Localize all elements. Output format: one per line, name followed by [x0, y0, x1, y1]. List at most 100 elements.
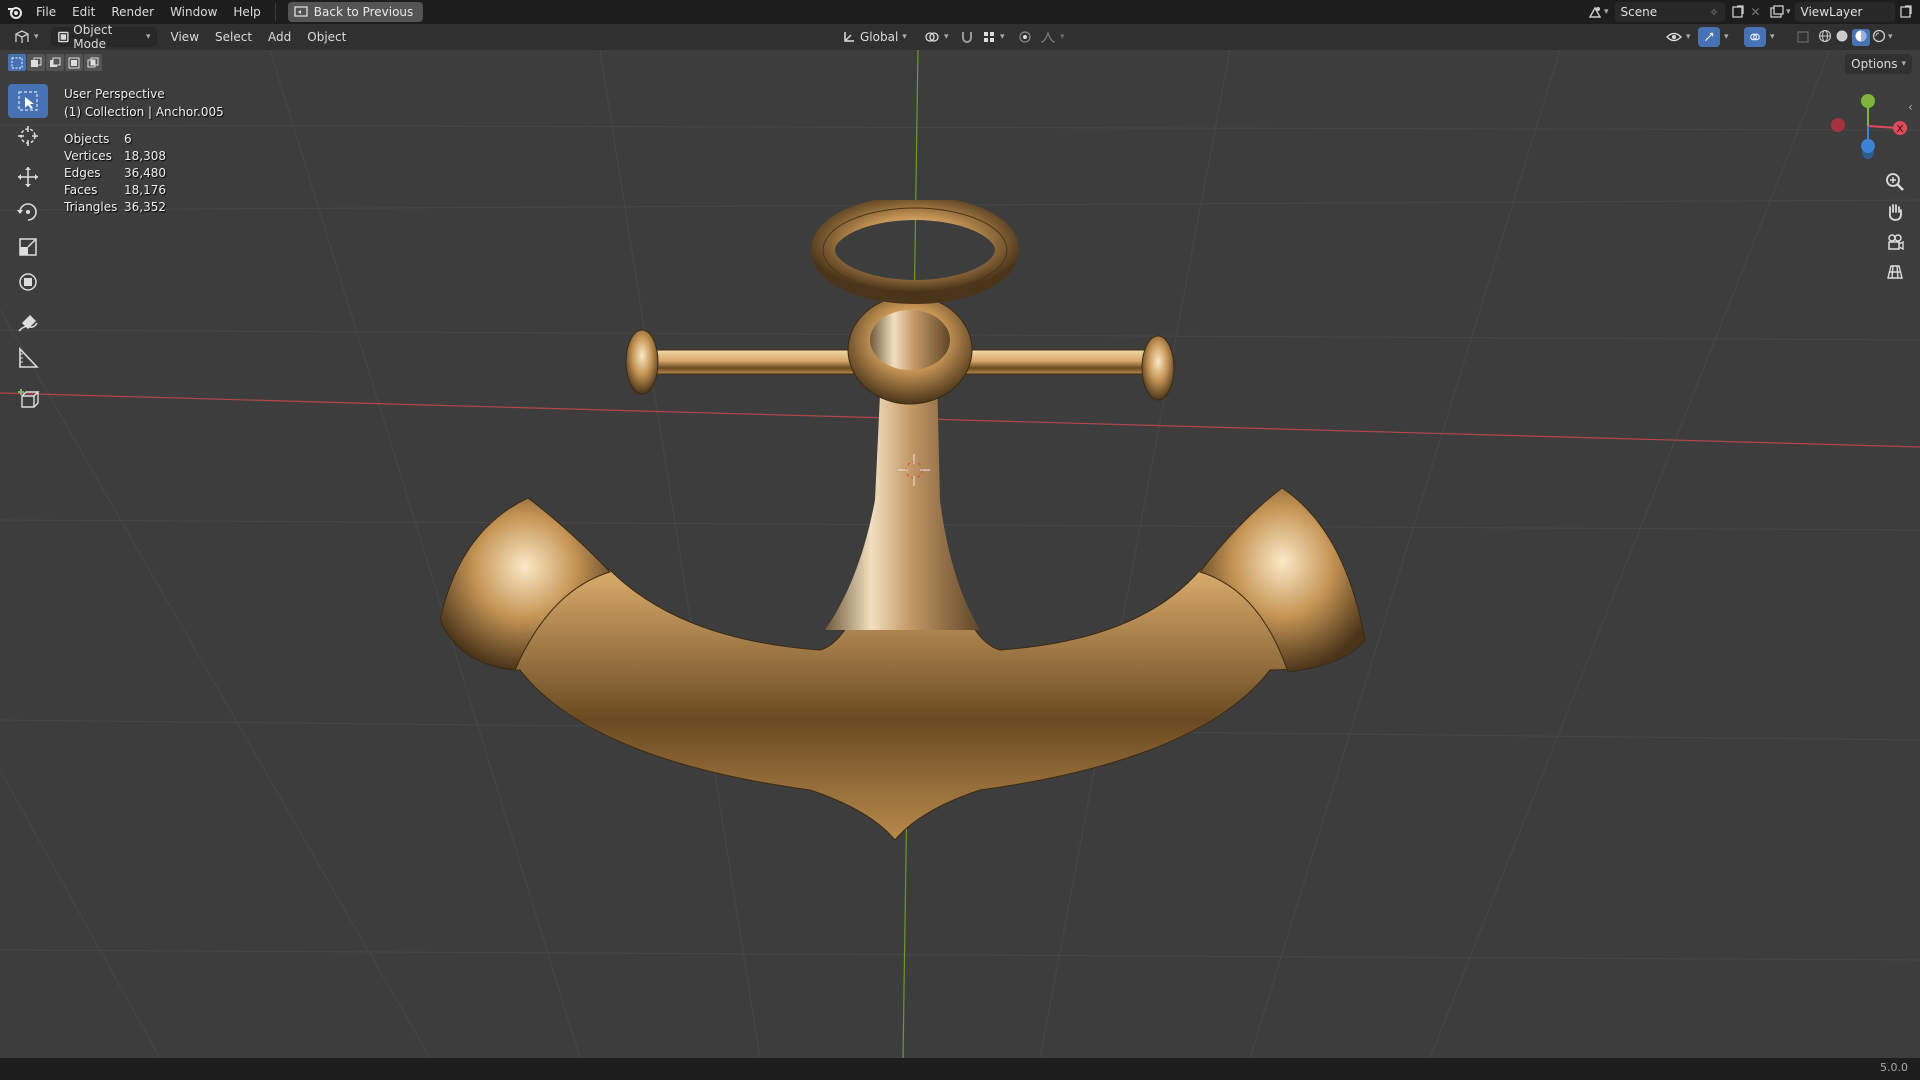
select-extend-icon[interactable] — [27, 54, 45, 71]
selection-mode-group — [8, 54, 102, 71]
snap-target-selector[interactable]: ▾ — [976, 27, 1011, 47]
status-bar: 5.0.0 — [0, 1058, 1920, 1080]
chevron-down-icon[interactable]: ▾ — [1888, 32, 1893, 42]
camera-view-icon[interactable] — [1880, 228, 1910, 256]
mode-label: Object Mode — [73, 23, 113, 51]
add-cube-icon — [18, 389, 40, 408]
chevron-down-icon: ▾ — [1901, 59, 1906, 69]
pan-hand-icon[interactable] — [1880, 198, 1910, 226]
version-label: 5.0.0 — [1880, 1061, 1908, 1074]
scene-icon[interactable] — [1586, 3, 1604, 21]
3d-viewport-icon — [15, 30, 29, 43]
y-axis-ball[interactable] — [1861, 94, 1875, 108]
transform-orientation-selector[interactable]: Global ▾ — [836, 27, 913, 47]
menu-object[interactable]: Object — [299, 27, 354, 47]
menu-edit[interactable]: Edit — [64, 2, 103, 22]
zoom-icon[interactable] — [1880, 168, 1910, 196]
move-tool[interactable] — [8, 160, 48, 194]
stat-row: Faces 18,176 — [64, 182, 224, 199]
chevron-down-icon: ▾ — [1060, 32, 1065, 42]
back-to-previous-button[interactable]: Back to Previous — [287, 2, 424, 22]
navigation-controls — [1880, 168, 1914, 288]
options-dropdown[interactable]: Options ▾ — [1845, 54, 1912, 74]
3d-viewport[interactable] — [0, 50, 1920, 1058]
stat-row: Edges 36,480 — [64, 165, 224, 182]
remove-viewlayer-icon[interactable]: ✕ — [1915, 3, 1920, 21]
orthographic-grid-icon[interactable] — [1880, 258, 1910, 286]
pin-icon[interactable]: ✧ — [1709, 6, 1718, 19]
orientation-axes-icon — [844, 32, 854, 42]
menu-view[interactable]: View — [163, 27, 207, 47]
new-scene-icon[interactable] — [1729, 3, 1747, 21]
anchor-model[interactable] — [420, 200, 1380, 860]
chevron-down-icon: ▾ — [1000, 32, 1005, 42]
divider — [274, 3, 276, 21]
mode-selector[interactable]: Object Mode ▾ — [50, 23, 157, 51]
viewlayer-name-field[interactable]: ViewLayer — [1794, 2, 1895, 22]
solid-shading-icon[interactable] — [1834, 29, 1850, 46]
menu-add[interactable]: Add — [260, 27, 299, 47]
shading-mode-group: ▾ — [1812, 27, 1899, 47]
menu-render[interactable]: Render — [103, 2, 162, 22]
menu-select[interactable]: Select — [207, 27, 260, 47]
scene-name-field[interactable]: Scene ✧ — [1614, 2, 1725, 22]
chevron-down-icon[interactable]: ▾ — [1786, 7, 1791, 17]
blender-logo-icon[interactable] — [2, 0, 28, 24]
sidebar-toggle-icon[interactable]: ‹ — [1908, 100, 1913, 114]
editor-type-button[interactable]: ▾ — [8, 27, 45, 47]
pivot-point-selector[interactable]: ▾ — [918, 27, 955, 47]
menu-window[interactable]: Window — [162, 2, 225, 22]
chevron-down-icon[interactable]: ▾ — [1770, 32, 1775, 42]
select-subtract-icon[interactable] — [46, 54, 64, 71]
select-intersect-icon[interactable] — [84, 54, 102, 71]
transform-tool[interactable] — [8, 265, 48, 299]
cursor-tool[interactable] — [8, 119, 48, 153]
falloff-curve-icon — [1040, 30, 1056, 43]
back-to-previous-label: Back to Previous — [313, 5, 414, 19]
ruler-icon — [19, 346, 39, 368]
options-label: Options — [1851, 57, 1898, 71]
annotate-tool[interactable] — [8, 306, 48, 340]
chevron-down-icon: ▾ — [1686, 32, 1691, 42]
x-axis-label: X — [1897, 124, 1904, 135]
rotate-tool[interactable] — [8, 195, 48, 229]
move-arrows-icon — [18, 167, 38, 187]
select-new-icon[interactable] — [8, 54, 26, 71]
wireframe-shading-icon[interactable] — [1818, 29, 1832, 46]
chevron-down-icon[interactable]: ▾ — [1724, 32, 1729, 42]
overlays-toggle[interactable] — [1744, 27, 1766, 47]
magnet-icon — [962, 32, 972, 43]
new-viewlayer-icon[interactable] — [1897, 3, 1915, 21]
z-axis-ball[interactable] — [1861, 139, 1875, 153]
stat-row: Vertices 18,308 — [64, 148, 224, 165]
measure-tool[interactable] — [8, 341, 48, 375]
stat-label: Edges — [64, 166, 101, 180]
rendered-shading-icon[interactable] — [1872, 29, 1886, 46]
neg-x-axis-ball[interactable] — [1831, 118, 1845, 132]
visibility-selector[interactable]: ▾ — [1660, 27, 1697, 47]
menu-help[interactable]: Help — [225, 2, 268, 22]
remove-scene-icon[interactable]: ✕ — [1747, 3, 1765, 21]
gizmo-toggle[interactable] — [1698, 27, 1720, 47]
overlays-icon — [1750, 33, 1760, 41]
menu-file[interactable]: File — [28, 2, 64, 22]
scale-tool[interactable] — [8, 230, 48, 264]
xray-icon — [1797, 31, 1809, 43]
chevron-down-icon: ▾ — [902, 32, 907, 42]
chevron-down-icon[interactable]: ▾ — [1604, 7, 1609, 17]
material-preview-icon[interactable] — [1852, 28, 1870, 46]
viewlayer-name: ViewLayer — [1800, 5, 1863, 19]
falloff-selector[interactable]: ▾ — [1034, 27, 1071, 47]
select-invert-icon[interactable] — [65, 54, 83, 71]
add-cube-tool[interactable] — [8, 382, 48, 416]
stat-label: Vertices — [64, 149, 112, 163]
viewlayer-icon[interactable] — [1768, 3, 1786, 21]
stat-label: Triangles — [64, 200, 118, 214]
chevron-down-icon: ▾ — [944, 32, 949, 42]
stat-value: 36,480 — [124, 166, 166, 180]
collection-info-label: (1) Collection | Anchor.005 — [64, 105, 224, 119]
navigation-gizmo[interactable]: X — [1818, 88, 1908, 168]
eye-icon — [1666, 32, 1682, 42]
select-box-tool[interactable] — [8, 84, 48, 118]
tool-shelf — [8, 84, 48, 417]
